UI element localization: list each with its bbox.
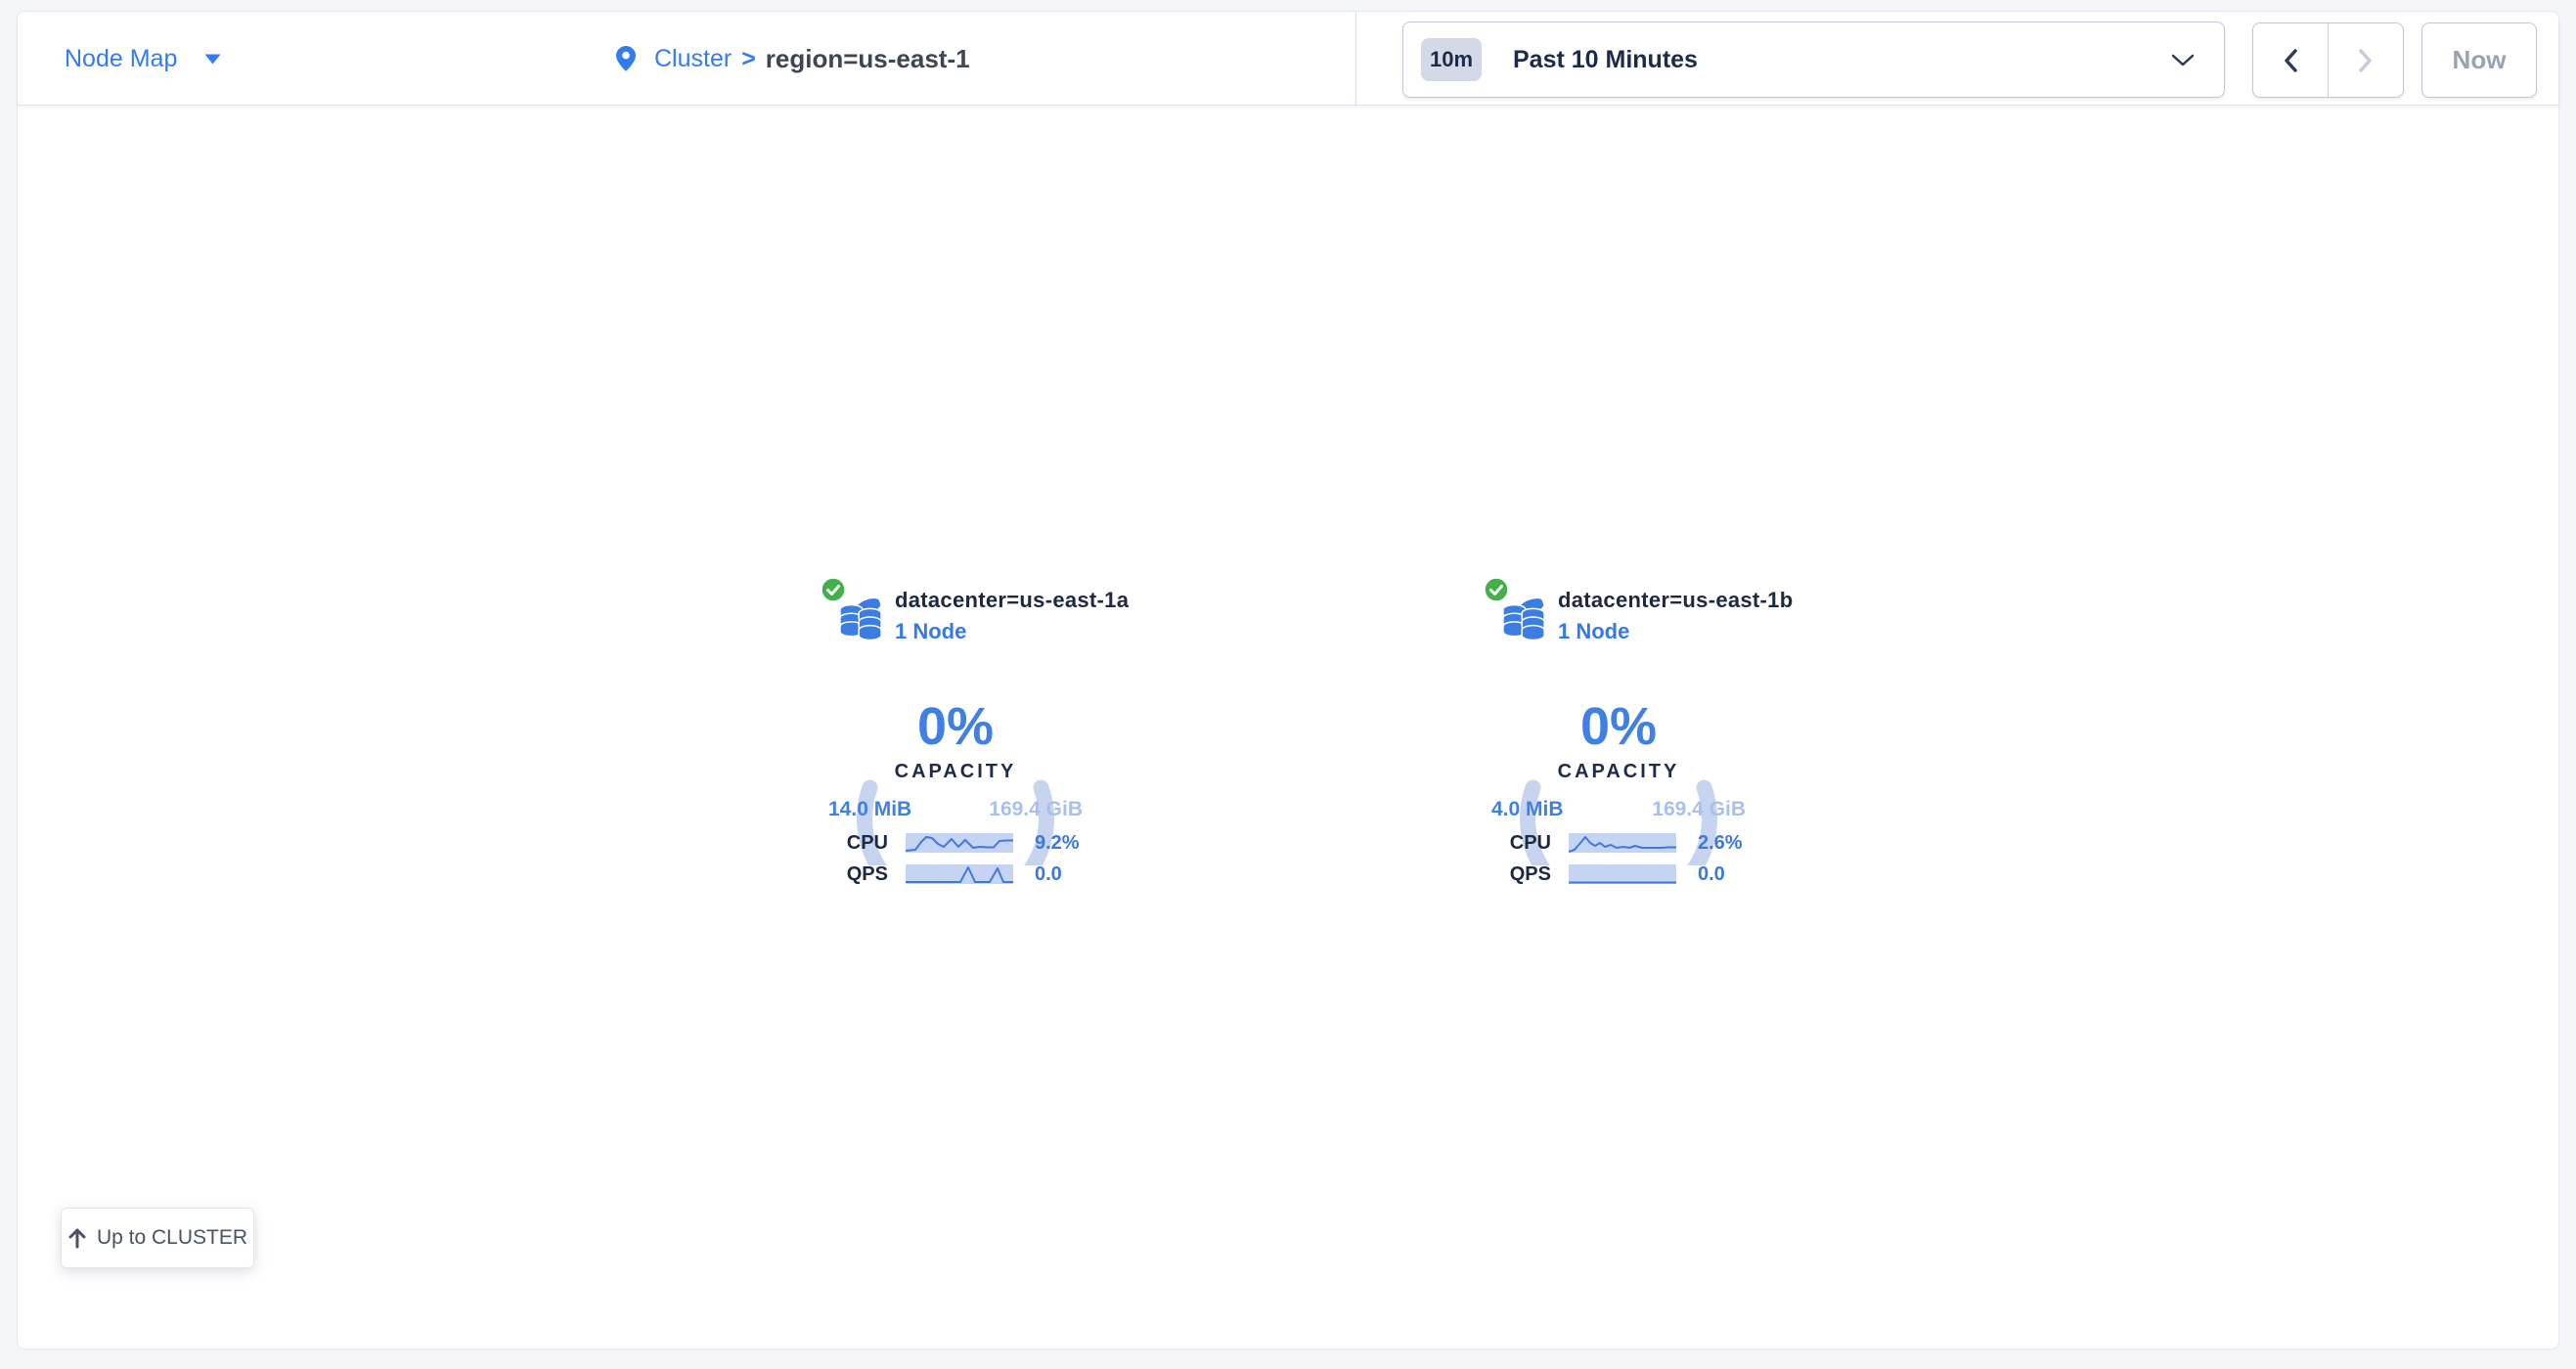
map-pin-icon (615, 45, 637, 72)
capacity-values: 14.0 MiB 169.4 GiB (828, 798, 1083, 821)
up-to-cluster-button[interactable]: Up to CLUSTER (61, 1208, 254, 1268)
cpu-sparkline (1569, 833, 1676, 853)
capacity-label: CAPACITY (1511, 761, 1726, 783)
capacity-available: 169.4 GiB (989, 798, 1083, 821)
locality-title: datacenter=us-east-1a (895, 587, 1129, 614)
cpu-value: 9.2% (1035, 833, 1080, 853)
qps-metric-row: QPS 0.0 (790, 864, 1123, 884)
locality-node-count[interactable]: 1 Node (1558, 618, 1793, 645)
capacity-used: 14.0 MiB (828, 798, 911, 821)
time-range-badge: 10m (1421, 38, 1482, 81)
chevron-left-icon (2284, 49, 2297, 72)
chevron-right-icon (2359, 49, 2373, 72)
now-button[interactable]: Now (2421, 22, 2537, 98)
locality-card-us-east-1a[interactable]: datacenter=us-east-1a 1 Node 0% CAPACITY… (790, 573, 1123, 905)
cpu-label: CPU (1453, 833, 1551, 853)
healthy-check-icon (820, 576, 847, 608)
cpu-value: 2.6% (1698, 833, 1743, 853)
cpu-sparkline (906, 833, 1013, 853)
view-selector-dropdown[interactable]: Node Map (65, 12, 221, 106)
cpu-metric-row: CPU 9.2% (790, 833, 1123, 853)
node-map-panel: Node Map Cluster > region=us-east-1 10m … (17, 11, 2559, 1349)
qps-metric-row: QPS 0.0 (1453, 864, 1786, 884)
qps-label: QPS (1453, 864, 1551, 884)
capacity-values: 4.0 MiB 169.4 GiB (1491, 798, 1746, 821)
view-selector-label: Node Map (65, 45, 177, 73)
locality-header: datacenter=us-east-1b 1 Node (1558, 587, 1793, 645)
capacity-percent: 0% (848, 700, 1063, 753)
header-bar: Node Map Cluster > region=us-east-1 10m … (18, 12, 2558, 106)
time-next-button[interactable] (2328, 23, 2403, 97)
breadcrumb-cluster-link[interactable]: Cluster (654, 45, 732, 73)
breadcrumb-current-locality: region=us-east-1 (766, 44, 970, 74)
qps-label: QPS (790, 864, 888, 884)
healthy-check-icon (1483, 576, 1510, 608)
capacity-used: 4.0 MiB (1491, 798, 1564, 821)
qps-sparkline (1569, 864, 1676, 884)
time-prev-button[interactable] (2253, 23, 2328, 97)
chevron-down-icon (2171, 54, 2195, 66)
breadcrumb-separator: > (741, 45, 756, 73)
qps-value: 0.0 (1698, 864, 1725, 884)
locality-title: datacenter=us-east-1b (1558, 587, 1793, 614)
arrow-up-icon (67, 1227, 87, 1249)
locality-node-count[interactable]: 1 Node (895, 618, 1129, 645)
breadcrumb: Cluster > region=us-east-1 (615, 12, 970, 106)
capacity-label: CAPACITY (848, 761, 1063, 783)
qps-sparkline (906, 864, 1013, 884)
qps-value: 0.0 (1035, 864, 1062, 884)
cpu-metric-row: CPU 2.6% (1453, 833, 1786, 853)
header-divider (1355, 12, 1356, 105)
locality-card-us-east-1b[interactable]: datacenter=us-east-1b 1 Node 0% CAPACITY… (1453, 573, 1786, 905)
up-to-cluster-label: Up to CLUSTER (97, 1226, 247, 1250)
locality-header: datacenter=us-east-1a 1 Node (895, 587, 1129, 645)
time-range-label: Past 10 Minutes (1513, 46, 1698, 74)
capacity-percent: 0% (1511, 700, 1726, 753)
capacity-available: 169.4 GiB (1652, 798, 1746, 821)
time-range-dropdown[interactable]: 10m Past 10 Minutes (1402, 22, 2225, 98)
time-pager (2252, 22, 2404, 98)
caret-down-icon (204, 54, 221, 65)
cpu-label: CPU (790, 833, 888, 853)
